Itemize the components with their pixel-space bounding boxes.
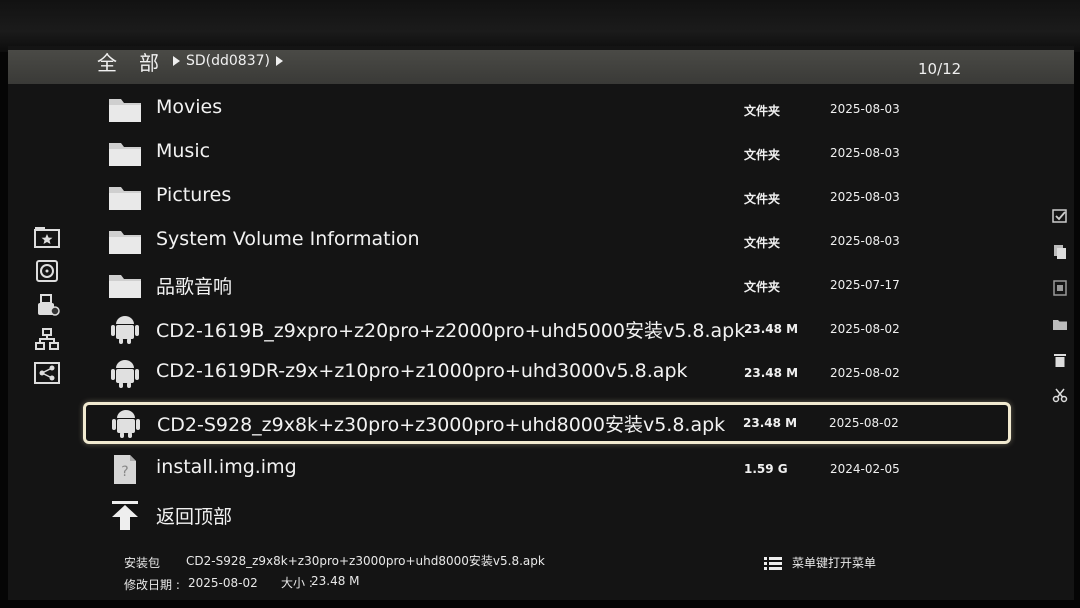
favorites-icon[interactable]: [34, 226, 60, 248]
breadcrumb: 全部 SD(dd0837): [97, 46, 283, 76]
file-size: 23.48 M: [744, 366, 799, 380]
size-label: 大小 :: [281, 576, 313, 590]
folder-icon: [109, 99, 141, 122]
file-type: 文件夹: [744, 236, 781, 250]
select-icon[interactable]: [1052, 208, 1068, 224]
file-name: Movies: [156, 96, 223, 118]
share-icon[interactable]: [34, 362, 60, 384]
file-name: install.img.img: [156, 456, 297, 478]
list-item[interactable]: 品歌音响 文件夹 2025-07-17: [84, 264, 1010, 304]
file-date: 2025-08-02: [830, 366, 900, 380]
unknown-file-icon: ?: [114, 455, 136, 484]
file-date: 2025-08-03: [830, 234, 900, 248]
file-type: 文件夹: [744, 280, 781, 294]
menu-hint-text: 菜单键打开菜单: [792, 556, 877, 570]
file-size: 23.48 M: [743, 416, 798, 430]
folder-icon: [109, 231, 141, 254]
new-folder-icon[interactable]: [1052, 316, 1068, 332]
back-to-top-label: 返回顶部: [156, 506, 233, 528]
cut-icon[interactable]: [1052, 388, 1068, 404]
android-icon: [112, 410, 140, 438]
android-icon: [111, 316, 139, 344]
file-name: CD2-1619DR-z9x+z10pro+z1000pro+uhd3000v5…: [156, 360, 688, 382]
file-name: 品歌音响: [156, 276, 233, 298]
folder-icon: [109, 275, 141, 298]
list-item[interactable]: Pictures 文件夹 2025-08-03: [84, 176, 1010, 216]
status-footer: 安装包 CD2-S928_z9x8k+z30pro+z3000pro+uhd80…: [124, 550, 1024, 596]
file-name: Music: [156, 140, 211, 162]
copy-icon[interactable]: [1052, 244, 1068, 260]
file-name: CD2-S928_z9x8k+z30pro+z3000pro+uhd8000安装…: [157, 414, 726, 436]
folder-icon: [109, 143, 141, 166]
file-date: 2025-08-03: [830, 146, 900, 160]
file-size: 1.59 G: [744, 462, 788, 476]
page-counter: 10/12: [918, 60, 962, 78]
chevron-right-icon: [173, 56, 180, 66]
file-name: System Volume Information: [156, 228, 420, 250]
folder-icon: [109, 187, 141, 210]
tv-bezel: [0, 0, 1080, 52]
modified-date-value: 2025-08-02: [188, 576, 258, 590]
breadcrumb-root[interactable]: 全部: [97, 47, 181, 76]
menu-hint: 菜单键打开菜单: [764, 554, 876, 571]
menu-list-icon: [764, 556, 782, 570]
svg-text:?: ?: [121, 464, 128, 480]
file-date: 2024-02-05: [830, 462, 900, 476]
file-type: 文件夹: [744, 104, 781, 118]
file-name: CD2-1619B_z9xpro+z20pro+z2000pro+uhd5000…: [156, 320, 746, 342]
disk-icon[interactable]: [34, 260, 60, 282]
back-to-top-item[interactable]: 返回顶部: [84, 494, 1010, 534]
back-to-top-icon: [112, 501, 138, 530]
paste-icon[interactable]: [1052, 280, 1068, 296]
chevron-right-icon: [276, 56, 283, 66]
usb-icon[interactable]: [34, 294, 60, 316]
list-item[interactable]: Music 文件夹 2025-08-03: [84, 132, 1010, 172]
network-icon[interactable]: [34, 328, 60, 350]
delete-icon[interactable]: [1052, 352, 1068, 368]
file-name: Pictures: [156, 184, 232, 206]
list-item-selected[interactable]: CD2-S928_z9x8k+z30pro+z3000pro+uhd8000安装…: [83, 402, 1011, 444]
file-date: 2025-07-17: [830, 278, 900, 292]
size-value: 23.48 M: [311, 574, 360, 588]
file-size: 23.48 M: [744, 322, 799, 336]
android-icon: [111, 360, 139, 388]
file-date: 2025-08-03: [830, 102, 900, 116]
list-item[interactable]: CD2-1619B_z9xpro+z20pro+z2000pro+uhd5000…: [84, 308, 1010, 348]
file-type: 文件夹: [744, 192, 781, 206]
selected-file-name: CD2-S928_z9x8k+z30pro+z3000pro+uhd8000安装…: [186, 554, 545, 568]
file-type-label: 安装包: [124, 556, 161, 570]
list-item[interactable]: ? install.img.img 1.59 G 2024-02-05: [84, 448, 1010, 488]
file-type: 文件夹: [744, 148, 781, 162]
file-date: 2025-08-03: [830, 190, 900, 204]
file-date: 2025-08-02: [830, 322, 900, 336]
breadcrumb-path[interactable]: SD(dd0837): [186, 53, 270, 69]
file-date: 2025-08-02: [829, 416, 899, 430]
list-item[interactable]: CD2-1619DR-z9x+z10pro+z1000pro+uhd3000v5…: [84, 352, 1010, 392]
list-item[interactable]: Movies 文件夹 2025-08-03: [84, 88, 1010, 128]
list-item[interactable]: System Volume Information 文件夹 2025-08-03: [84, 220, 1010, 260]
modified-date-label: 修改日期 :: [124, 578, 180, 592]
